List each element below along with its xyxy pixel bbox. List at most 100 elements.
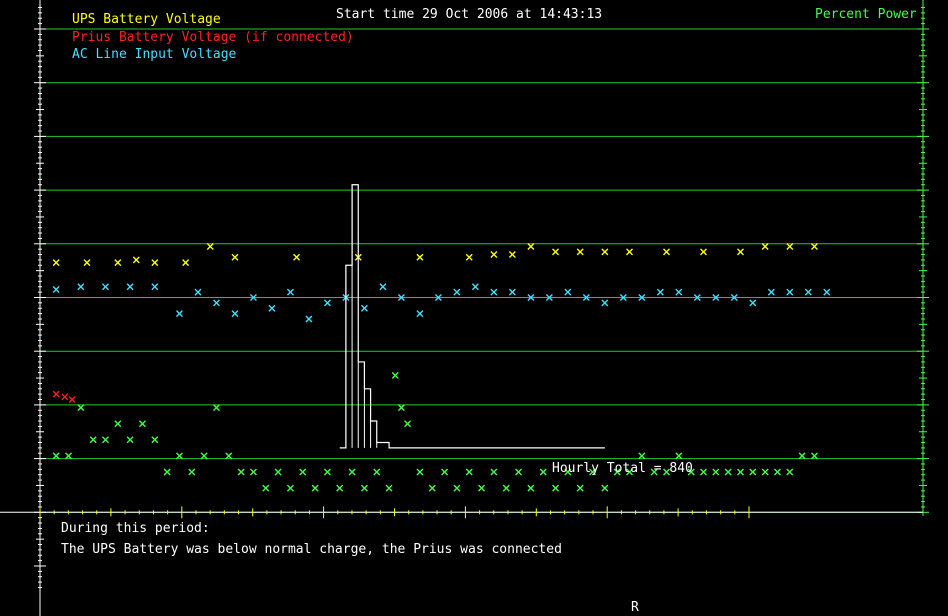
- data-point: [151, 259, 159, 267]
- data-point: [126, 283, 134, 291]
- data-point: [736, 468, 744, 476]
- data-point: [65, 452, 72, 460]
- data-point: [231, 310, 239, 318]
- chart-marks: [52, 184, 831, 492]
- data-point: [385, 484, 393, 492]
- data-point: [305, 315, 313, 323]
- data-point: [428, 484, 436, 492]
- data-point: [767, 288, 775, 296]
- data-point: [138, 420, 146, 428]
- data-point: [465, 253, 473, 261]
- data-point: [724, 468, 732, 476]
- data-point: [61, 393, 69, 401]
- data-point: [749, 468, 757, 476]
- data-point: [823, 288, 831, 296]
- chart-title: Start time 29 Oct 2006 at 14:43:13: [336, 7, 602, 22]
- data-point: [810, 452, 818, 460]
- data-point: [663, 248, 670, 256]
- data-point: [478, 484, 486, 492]
- data-point: [311, 484, 319, 492]
- data-point: [601, 248, 609, 256]
- data-point: [441, 468, 449, 476]
- data-point: [348, 468, 356, 476]
- data-point: [163, 468, 171, 476]
- data-point: [490, 251, 498, 259]
- data-point: [200, 452, 208, 460]
- footer-heading: During this period:: [61, 521, 210, 536]
- data-point: [299, 468, 307, 476]
- data-point: [132, 256, 140, 264]
- data-point: [397, 404, 405, 412]
- data-point: [77, 283, 85, 291]
- data-point: [373, 468, 381, 476]
- data-point: [274, 468, 282, 476]
- data-point: [601, 299, 609, 307]
- data-point: [539, 468, 547, 476]
- data-point: [360, 304, 368, 312]
- data-point: [656, 288, 664, 296]
- data-point: [212, 404, 220, 412]
- data-point: [675, 452, 683, 460]
- data-point: [83, 259, 91, 267]
- legend-ac-line: AC Line Input Voltage: [72, 47, 237, 62]
- data-point: [490, 468, 498, 476]
- data-point: [804, 288, 812, 296]
- data-point: [508, 288, 516, 296]
- grid-lines: [40, 28, 923, 513]
- data-point: [675, 288, 683, 296]
- data-point: [552, 484, 560, 492]
- right-axis-title: Percent Power: [815, 7, 917, 22]
- data-point: [798, 452, 806, 460]
- data-point: [114, 259, 122, 267]
- data-point: [502, 484, 510, 492]
- data-point: [416, 468, 424, 476]
- footer-text: The UPS Battery was below normal charge,…: [61, 542, 562, 557]
- data-point: [293, 253, 301, 261]
- data-point: [810, 242, 818, 250]
- data-point: [761, 242, 769, 250]
- data-point: [182, 259, 190, 267]
- data-point: [175, 310, 183, 318]
- data-point: [114, 420, 122, 428]
- data-point: [225, 452, 233, 460]
- data-point: [68, 396, 76, 404]
- legend-prius: Prius Battery Voltage (if connected): [72, 30, 354, 45]
- data-point: [391, 371, 399, 379]
- data-point: [188, 468, 196, 476]
- data-point: [576, 248, 584, 256]
- data-point: [490, 288, 498, 296]
- chart: Start time 29 Oct 2006 at 14:43:13 Perce…: [0, 0, 929, 616]
- data-point: [77, 404, 85, 412]
- data-point: [175, 452, 183, 460]
- data-point: [126, 436, 134, 444]
- data-point: [404, 420, 412, 428]
- data-point: [336, 484, 344, 492]
- data-point: [52, 285, 60, 293]
- data-point: [52, 259, 60, 267]
- bottom-marker: R: [631, 600, 639, 615]
- data-point: [360, 484, 368, 492]
- data-point: [151, 283, 159, 291]
- data-point: [638, 452, 646, 460]
- data-point: [786, 288, 794, 296]
- data-point: [101, 283, 109, 291]
- data-point: [249, 468, 257, 476]
- data-point: [286, 484, 294, 492]
- data-point: [52, 452, 60, 460]
- data-point: [416, 253, 424, 261]
- data-point: [194, 288, 202, 296]
- data-point: [453, 288, 461, 296]
- data-point: [699, 468, 707, 476]
- data-point: [773, 468, 781, 476]
- data-point: [786, 242, 794, 250]
- data-point: [323, 299, 331, 307]
- legend-ups: UPS Battery Voltage: [72, 12, 221, 27]
- data-point: [712, 468, 720, 476]
- data-point: [268, 304, 276, 312]
- data-point: [527, 242, 535, 250]
- data-point: [515, 468, 523, 476]
- data-point: [626, 248, 634, 256]
- data-point: [89, 436, 97, 444]
- data-point: [237, 468, 245, 476]
- data-point: [453, 484, 461, 492]
